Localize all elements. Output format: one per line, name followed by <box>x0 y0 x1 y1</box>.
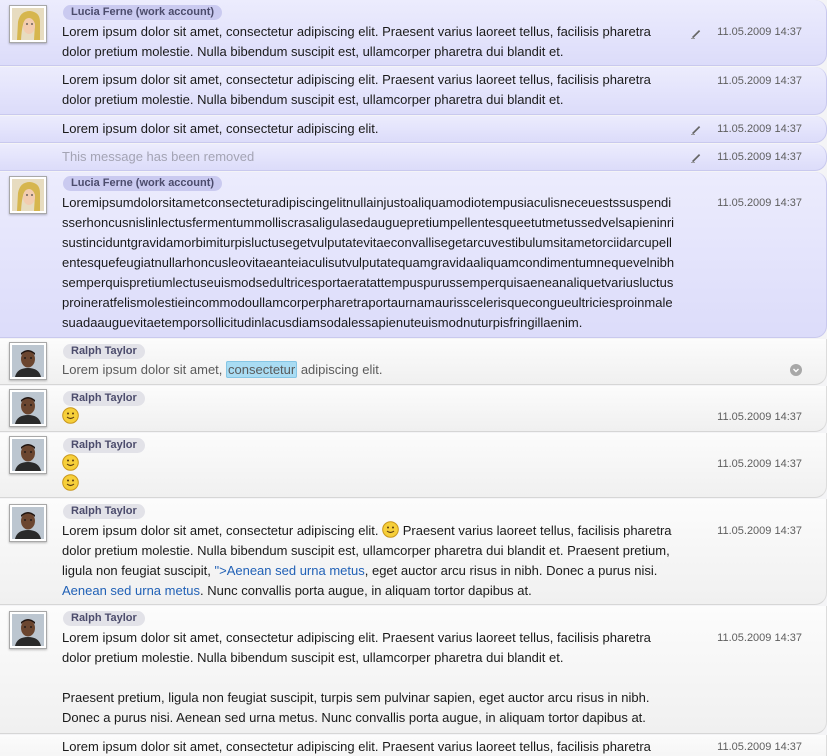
message-text: Loremipsumdolorsitametconsecteturadipisc… <box>62 195 675 330</box>
message-paragraph: Praesent pretium, ligula non feugiat sus… <box>62 690 650 725</box>
search-highlight: consectetur <box>226 361 298 378</box>
message[interactable]: Ralph Taylor 11.05.2009 14:37 <box>0 386 827 432</box>
sender-name: Ralph Taylor <box>63 344 145 359</box>
message-text: Lorem ipsum dolor sit amet, consectetur … <box>62 24 651 59</box>
message[interactable]: Lorem ipsum dolor sit amet, consectetur … <box>0 116 827 143</box>
smiley-icon <box>62 474 79 491</box>
timestamp: 11.05.2009 14:37 <box>717 75 802 87</box>
message-emoticons <box>62 454 682 494</box>
message[interactable]: Lorem ipsum dolor sit amet, consectetur … <box>0 67 827 115</box>
text-part: . Nunc convallis porta augue, in aliquam… <box>200 583 532 598</box>
edit-icon <box>691 126 701 135</box>
message[interactable]: Lucia Ferne (work account) Lorem ipsum d… <box>0 0 827 66</box>
timestamp: 11.05.2009 14:37 <box>717 525 802 537</box>
message-text: Lorem ipsum dolor sit amet, consectetur … <box>62 72 651 107</box>
removed-message-text: This message has been removed <box>62 149 255 164</box>
avatar-ralph[interactable] <box>9 342 47 380</box>
timestamp: 11.05.2009 14:37 <box>717 151 802 163</box>
message[interactable]: Ralph Taylor Lorem ipsum dolor sit amet,… <box>0 499 827 605</box>
sender-name: Ralph Taylor <box>63 611 145 626</box>
message-text: Lorem ipsum dolor sit amet, consectetur … <box>62 121 379 136</box>
message-emoticons <box>62 407 682 427</box>
message[interactable]: This message has been removed 11.05.2009… <box>0 144 827 171</box>
message[interactable]: Lucia Ferne (work account) Loremipsumdol… <box>0 172 827 338</box>
message-paragraph: Lorem ipsum dolor sit amet, consectetur … <box>62 630 651 665</box>
edit-icon <box>691 30 701 39</box>
sender-name: Ralph Taylor <box>63 391 145 406</box>
message[interactable]: Ralph Taylor Lorem ipsum dolor sit amet,… <box>0 339 827 385</box>
timestamp: 11.05.2009 14:37 <box>717 741 802 753</box>
message[interactable]: Lorem ipsum dolor sit amet, consectetur … <box>0 735 827 756</box>
text-part: , eget auctor arcu risus in nibh. Donec … <box>364 563 658 578</box>
smiley-icon <box>382 521 399 538</box>
message[interactable]: Ralph Taylor Lorem ipsum dolor sit amet,… <box>0 606 827 734</box>
timestamp: 11.05.2009 14:37 <box>717 411 802 423</box>
text-part: Lorem ipsum dolor sit amet, consectetur … <box>62 523 379 538</box>
avatar-ralph[interactable] <box>9 504 47 542</box>
message-text-before: Lorem ipsum dolor sit amet, <box>62 362 227 377</box>
message-text: Lorem ipsum dolor sit amet, consectetur … <box>62 521 682 601</box>
avatar-ralph[interactable] <box>9 611 47 649</box>
timestamp: 11.05.2009 14:37 <box>717 26 802 38</box>
message-link[interactable]: ">Aenean sed urna metus <box>214 563 364 578</box>
sender-name: Lucia Ferne (work account) <box>63 176 223 191</box>
message-text: Lorem ipsum dolor sit amet, consectetur … <box>62 360 682 380</box>
message-text: Lorem ipsum dolor sit amet, consectetur … <box>62 739 651 754</box>
message-text-after: adipiscing elit. <box>297 362 383 377</box>
timestamp: 11.05.2009 14:37 <box>717 197 802 209</box>
avatar-lucia[interactable] <box>9 5 47 43</box>
message[interactable]: Ralph Taylor 11.05.2009 14:37 <box>0 433 827 498</box>
chevron-down-icon[interactable] <box>790 364 802 376</box>
edit-icon <box>691 154 701 163</box>
message-link[interactable]: Aenean sed urna metus <box>62 583 200 598</box>
chat-transcript: Lucia Ferne (work account) Lorem ipsum d… <box>0 0 827 756</box>
timestamp: 11.05.2009 14:37 <box>717 458 802 470</box>
sender-name: Lucia Ferne (work account) <box>63 5 223 20</box>
smiley-icon <box>62 454 79 471</box>
timestamp: 11.05.2009 14:37 <box>717 123 802 135</box>
avatar-lucia[interactable] <box>9 176 47 214</box>
sender-name: Ralph Taylor <box>63 504 145 519</box>
timestamp: 11.05.2009 14:37 <box>717 632 802 644</box>
smiley-icon <box>62 407 79 424</box>
sender-name: Ralph Taylor <box>63 438 145 453</box>
avatar-ralph[interactable] <box>9 389 47 427</box>
avatar-ralph[interactable] <box>9 436 47 474</box>
